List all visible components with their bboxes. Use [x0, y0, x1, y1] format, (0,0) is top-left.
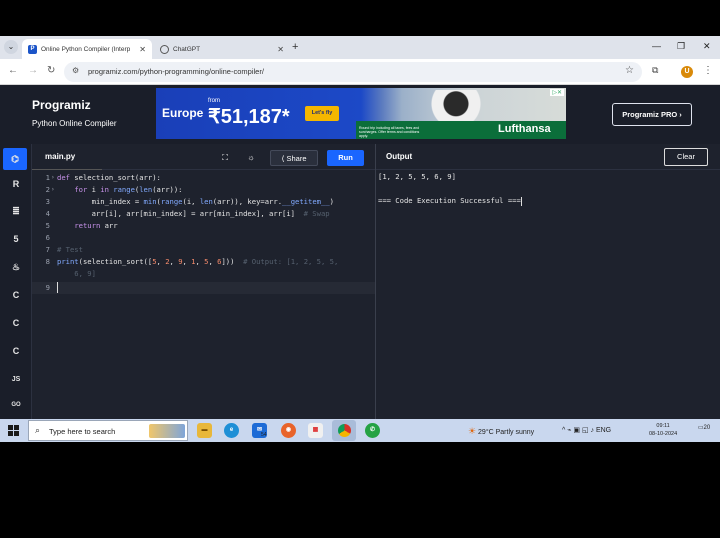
- cpp-lang-icon[interactable]: C: [6, 315, 26, 331]
- window-close-icon[interactable]: ✕: [703, 41, 711, 52]
- code-line: 4 arr[i], arr[min_index] = arr[min_index…: [45, 209, 330, 218]
- share-button[interactable]: ⟨ Share: [270, 150, 318, 166]
- ad-cta-button[interactable]: Let's fly: [305, 106, 339, 121]
- go-lang-icon[interactable]: GO: [6, 397, 26, 413]
- r-lang-icon[interactable]: R: [6, 176, 26, 192]
- output-title: Output: [386, 152, 413, 161]
- windows-taskbar: ⌕ Type here to search ▬ e ✉ 54 ◉ ▦ ✆ ☀ 2…: [0, 419, 720, 442]
- minimize-icon[interactable]: —: [652, 41, 661, 51]
- ad-destination: Europe: [162, 106, 204, 120]
- taskbar-clock[interactable]: 09:11 08-10-2024: [649, 422, 677, 438]
- ad-fine-print: Round trip including all taxes, fees and…: [359, 126, 420, 138]
- text-caret: [57, 282, 58, 293]
- profile-avatar[interactable]: U: [681, 66, 693, 78]
- browser-tab-strip: ⌄ P Online Python Compiler (Interp ✕ Cha…: [0, 36, 720, 59]
- screen: ⌄ P Online Python Compiler (Interp ✕ Cha…: [0, 36, 720, 442]
- site-header: Programiz Python Online Compiler Europe …: [0, 85, 720, 144]
- tab-close-icon[interactable]: ✕: [139, 45, 146, 54]
- fold-arrow-icon[interactable]: ›: [51, 184, 55, 196]
- code-line: 3 min_index = min(range(i, len(arr)), ke…: [45, 197, 334, 206]
- ad-price: ₹51,187*: [208, 106, 290, 128]
- mail-badge: 54: [261, 432, 267, 438]
- sql-icon[interactable]: ≣: [6, 203, 26, 219]
- fold-arrow-icon[interactable]: ›: [51, 172, 55, 184]
- ad-brand: Lufthansa: [498, 123, 551, 135]
- programiz-favicon-icon: P: [28, 44, 37, 54]
- html5-icon[interactable]: 5: [6, 231, 26, 247]
- fullscreen-icon[interactable]: ⛶: [216, 150, 234, 166]
- csharp-lang-icon[interactable]: C: [6, 343, 26, 359]
- weather-text: 29°C Partly sunny: [478, 429, 535, 436]
- reload-icon[interactable]: ↻: [47, 65, 55, 76]
- java-icon[interactable]: ♨: [6, 259, 26, 275]
- tab-chatgpt[interactable]: ChatGPT ✕: [154, 39, 290, 59]
- output-caret: [520, 196, 522, 206]
- bookmark-star-icon[interactable]: ☆: [625, 65, 634, 76]
- url-text: programiz.com/python-programming/online-…: [88, 67, 264, 76]
- browser-menu-icon[interactable]: ⋮: [703, 65, 713, 76]
- tab-label: ChatGPT: [173, 45, 201, 53]
- output-toolbar: Output Clear: [376, 144, 720, 170]
- python-icon[interactable]: ⌬: [3, 148, 27, 170]
- address-bar[interactable]: ⚙ programiz.com/python-programming/onlin…: [64, 62, 642, 82]
- whatsapp-icon[interactable]: ✆: [365, 423, 380, 438]
- system-tray[interactable]: ^ ⌁ ▣ ◱ ♪ ENG: [562, 426, 611, 434]
- clear-button[interactable]: Clear: [664, 148, 708, 166]
- share-icon: ⟨: [281, 154, 285, 163]
- code-line: 1 › def selection_sort(arr):: [45, 172, 161, 184]
- ad-close-icon[interactable]: ▷✕: [550, 89, 564, 96]
- tab-programiz[interactable]: P Online Python Compiler (Interp ✕: [22, 39, 152, 59]
- extensions-icon[interactable]: ⧉: [652, 65, 658, 76]
- c-lang-icon[interactable]: C: [6, 287, 26, 303]
- code-line: 7 # Test: [45, 245, 83, 254]
- code-editor[interactable]: 1 › def selection_sort(arr): 2 › for i in r…: [32, 170, 375, 419]
- chatgpt-favicon-icon: [160, 44, 169, 54]
- code-line-wrap: 6, 9]: [57, 269, 96, 278]
- tab-close-icon[interactable]: ✕: [277, 45, 284, 54]
- programiz-pro-button[interactable]: Programiz PRO ›: [612, 103, 692, 126]
- file-explorer-icon[interactable]: ▬: [197, 423, 212, 438]
- new-tab-icon[interactable]: +: [292, 41, 298, 53]
- store-icon[interactable]: ▦: [308, 423, 323, 438]
- chrome-icon[interactable]: [332, 420, 356, 441]
- run-button[interactable]: Run: [327, 150, 364, 166]
- language-sidebar: ⌬ R ≣ 5 ♨ C C C JS GO: [0, 144, 32, 419]
- code-line-current: 9: [32, 282, 375, 294]
- back-icon[interactable]: ←: [8, 65, 18, 76]
- edge-icon[interactable]: e: [224, 423, 239, 438]
- advertisement-banner[interactable]: Europe from ₹51,187* Let's fly Round tri…: [156, 88, 566, 139]
- editor-toolbar: main.py ⛶ ☼ ⟨ Share Run: [32, 144, 375, 170]
- theme-toggle-icon[interactable]: ☼: [242, 150, 260, 166]
- tab-label: Online Python Compiler (Interp: [41, 45, 131, 53]
- search-placeholder: Type here to search: [49, 427, 116, 436]
- code-line: 8 print(selection_sort([5, 2, 9, 1, 5, 6]…: [45, 257, 339, 266]
- pane-divider[interactable]: [375, 144, 376, 419]
- firefox-icon[interactable]: ◉: [281, 423, 296, 438]
- output-status: === Code Execution Successful ===: [378, 196, 522, 206]
- notification-icon[interactable]: ▭20: [697, 424, 711, 436]
- site-info-icon[interactable]: ⚙: [72, 66, 79, 75]
- code-line: 5 return arr: [45, 221, 118, 230]
- weather-widget[interactable]: ☀ 29°C Partly sunny: [468, 426, 534, 437]
- forward-icon[interactable]: →: [28, 65, 38, 76]
- language-indicator: ENG: [595, 427, 612, 434]
- javascript-icon[interactable]: JS: [6, 372, 26, 388]
- output-line: [1, 2, 5, 5, 6, 9]: [378, 172, 456, 181]
- share-label: Share: [286, 154, 307, 163]
- browser-toolbar: ← → ↻ ⚙ programiz.com/python-programming…: [0, 59, 720, 85]
- weather-sun-icon: ☀: [468, 426, 477, 436]
- search-highlight-image: [149, 424, 185, 438]
- tab-search-chevron-icon[interactable]: ⌄: [4, 40, 18, 54]
- file-tab-main[interactable]: main.py: [45, 152, 75, 161]
- windows-start-icon[interactable]: [8, 425, 19, 436]
- code-line: 2 › for i in range(len(arr)):: [45, 184, 183, 196]
- page-subtitle: Python Online Compiler: [32, 119, 117, 128]
- search-icon: ⌕: [35, 425, 41, 435]
- taskbar-search[interactable]: ⌕ Type here to search: [28, 420, 188, 441]
- programiz-logo[interactable]: Programiz: [32, 98, 91, 112]
- code-line: 6: [45, 233, 50, 242]
- restore-icon[interactable]: ❐: [677, 41, 685, 52]
